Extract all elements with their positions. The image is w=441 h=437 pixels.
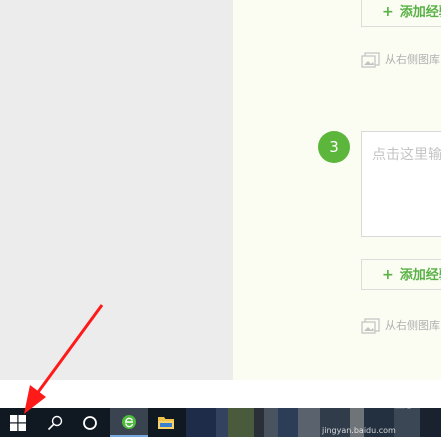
red-arrow-annotation (24, 304, 104, 414)
